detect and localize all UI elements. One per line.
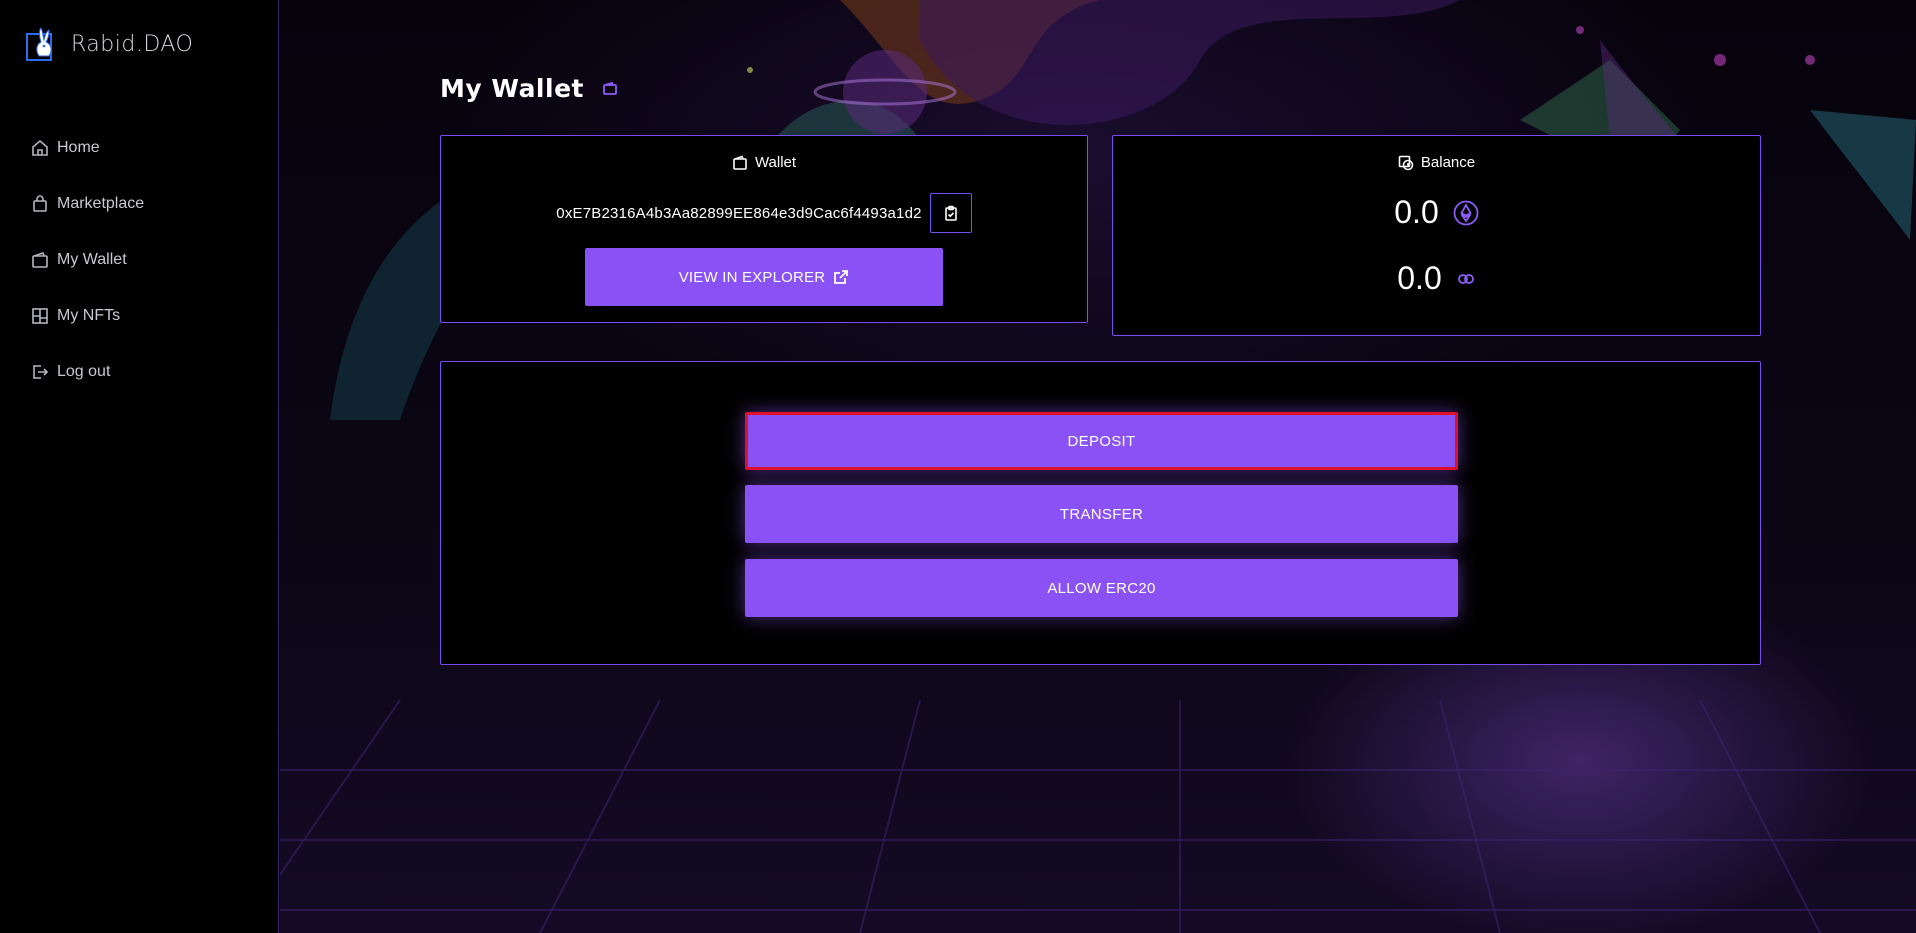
sidebar-item-home[interactable]: Home	[31, 120, 144, 176]
sidebar-item-log-out[interactable]: Log out	[31, 344, 144, 400]
wallet-actions-card: DEPOSIT TRANSFER ALLOW ERC20	[440, 361, 1761, 665]
balance-row-eth: 0.0	[1113, 194, 1760, 231]
page-title-text: My Wallet	[440, 74, 584, 103]
brand-name: Rabid.DAO	[71, 31, 194, 57]
grid-icon	[32, 308, 48, 324]
allow-erc20-button[interactable]: ALLOW ERC20	[745, 559, 1458, 617]
rabbit-logo-icon	[26, 27, 52, 61]
ethereum-icon	[1453, 200, 1479, 225]
wallet-icon	[603, 81, 617, 95]
balance-card-header: Balance	[1113, 154, 1760, 171]
deposit-button[interactable]: DEPOSIT	[745, 412, 1458, 470]
wallet-icon	[32, 251, 48, 268]
wallet-card-title: Wallet	[754, 154, 797, 171]
link-balance-value: 0.0	[1397, 260, 1442, 296]
sidebar-item-my-wallet[interactable]: My Wallet	[31, 232, 144, 288]
balance-card-title: Balance	[1420, 154, 1476, 171]
balance-row-link: 0.0	[1113, 260, 1760, 297]
sidebar-item-marketplace[interactable]: Marketplace	[31, 176, 144, 232]
wallet-icon	[733, 154, 747, 170]
sidebar-nav: Home Marketplace My Wallet My NFTs Log o…	[31, 120, 144, 400]
main-content: My Wallet Wallet 0xE7B2316A4b3Aa82899EE8…	[280, 0, 1916, 933]
brand-logo[interactable]: Rabid.DAO	[25, 26, 193, 62]
sidebar-item-label: Marketplace	[57, 195, 145, 212]
page-title: My Wallet	[440, 74, 618, 103]
transfer-button[interactable]: TRANSFER	[745, 485, 1458, 543]
sidebar-item-label: My NFTs	[57, 307, 121, 324]
sidebar-item-my-nfts[interactable]: My NFTs	[31, 288, 144, 344]
external-link-icon	[834, 270, 849, 284]
view-in-explorer-button[interactable]: VIEW IN EXPLORER	[585, 248, 943, 306]
chainlink-icon	[1457, 273, 1474, 284]
logout-icon	[33, 365, 49, 379]
wallet-address[interactable]: 0xE7B2316A4b3Aa82899EE864e3d9Cac6f4493a1…	[556, 205, 921, 222]
eth-balance-value: 0.0	[1394, 194, 1439, 230]
view-in-explorer-label: VIEW IN EXPLORER	[678, 268, 826, 286]
balance-card: Balance 0.0 0.0	[1112, 135, 1761, 336]
clipboard-icon	[944, 205, 957, 221]
sidebar-item-label: My Wallet	[57, 251, 127, 268]
wallet-address-row: 0xE7B2316A4b3Aa82899EE864e3d9Cac6f4493a1…	[441, 193, 1087, 233]
copy-address-button[interactable]	[929, 193, 972, 233]
home-icon	[32, 139, 48, 156]
sidebar: Rabid.DAO Home Marketplace My Wallet My …	[0, 0, 279, 933]
coins-icon	[1398, 155, 1414, 170]
wallet-card-header: Wallet	[441, 154, 1087, 171]
sidebar-item-label: Log out	[57, 363, 111, 380]
sidebar-item-label: Home	[57, 139, 100, 156]
shopping-bag-icon	[33, 195, 47, 212]
wallet-card: Wallet 0xE7B2316A4b3Aa82899EE864e3d9Cac6…	[440, 135, 1088, 323]
